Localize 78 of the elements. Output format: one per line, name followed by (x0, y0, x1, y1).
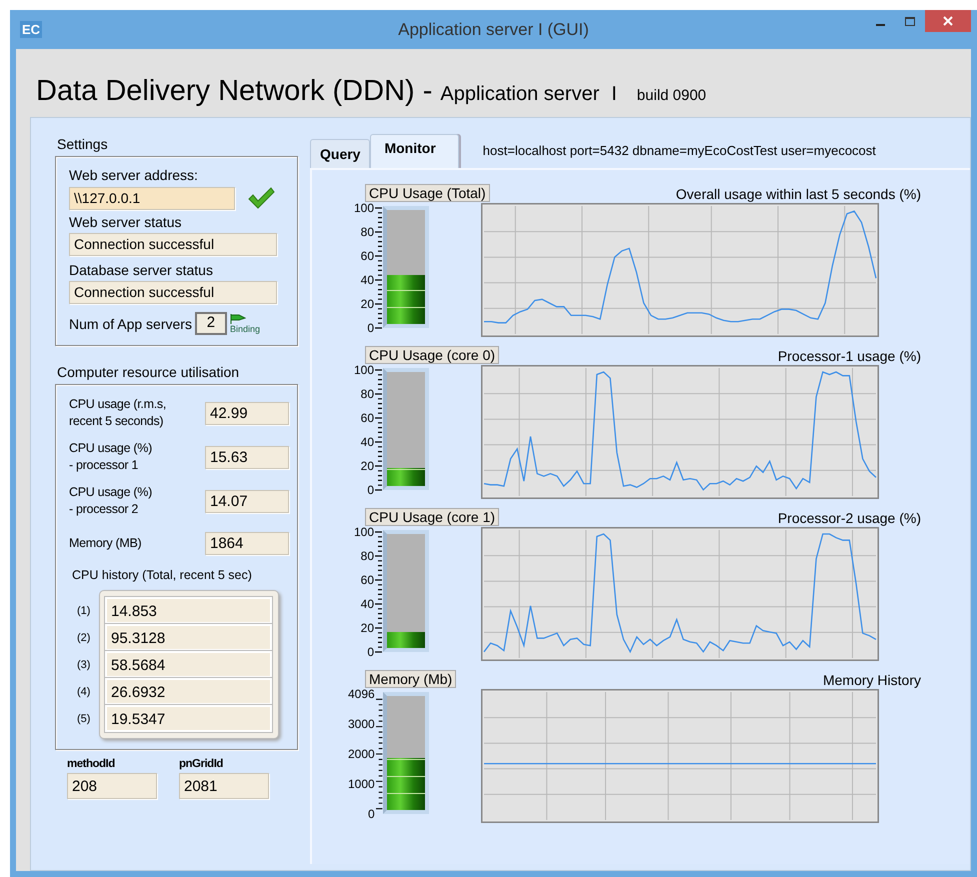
address-field[interactable]: \\127.0.0.1 (69, 186, 235, 210)
tab[interactable]: Query (310, 139, 370, 168)
history-value: 19.5347 (105, 705, 272, 732)
field-label: Web server status (69, 214, 183, 230)
tick-label: 100 (354, 365, 374, 375)
close-button[interactable] (925, 10, 971, 32)
index-label: (4) (77, 686, 90, 698)
tick-label: 2000 (348, 749, 375, 759)
tick-label: 40 (360, 437, 374, 447)
index-label: (1) (77, 604, 90, 616)
app-heading: Data Delivery Network (DDN) - (36, 75, 432, 108)
tick-label: 100 (354, 527, 374, 537)
index-label: (5) (77, 712, 90, 724)
server-count-field[interactable]: 2 (194, 312, 227, 335)
tick-label: 20 (360, 623, 374, 633)
field-label: CPU usage (%) - processor 2 (69, 484, 152, 518)
id-field: 208 (67, 773, 157, 799)
tick-label: 0 (367, 485, 374, 495)
gauge-label: CPU Usage (Total) (365, 184, 490, 202)
tick-label: 1000 (348, 779, 375, 789)
tick-label: 80 (360, 389, 374, 399)
chart-title: Processor-2 usage (%) (778, 510, 921, 526)
value-field: 1864 (205, 532, 289, 554)
build-label: build 0900 (636, 87, 706, 104)
tick-label: 0 (368, 809, 375, 819)
history-value: 95.3128 (105, 624, 272, 651)
chart-title: Memory History (822, 672, 921, 688)
history-value: 58.5684 (105, 651, 272, 678)
id-field: 2081 (179, 773, 269, 799)
field-label: Web server address: (69, 167, 199, 183)
status-field: Connection successful (69, 233, 277, 256)
history-value: 26.6932 (105, 678, 272, 705)
gauge-label: CPU Usage (core 1) (365, 508, 500, 526)
chart-title: Overall usage within last 5 seconds (%) (676, 186, 921, 202)
field-label: Memory (MB) (69, 534, 142, 552)
instance-label: I (611, 83, 617, 106)
tab[interactable]: Monitor (370, 134, 459, 168)
tick-label: 3000 (348, 719, 375, 729)
tick-label: 80 (360, 551, 374, 561)
history-title: CPU history (Total, recent 5 sec) (72, 568, 253, 582)
tick-label: 100 (354, 203, 374, 213)
value-field: 42.99 (205, 402, 289, 424)
section-title: Computer resource utilisation (57, 364, 240, 380)
tick-label: 20 (360, 461, 374, 471)
gauge-label: CPU Usage (core 0) (365, 346, 500, 364)
close-icon (942, 15, 954, 27)
tick-label: 4096 (348, 689, 375, 699)
binding-label: Binding (230, 324, 260, 334)
value-field: 15.63 (205, 446, 289, 468)
status-field: Connection successful (69, 281, 277, 304)
tick-label: 40 (360, 275, 374, 285)
app-icon: EC (20, 21, 42, 38)
field-label: methodId (67, 758, 116, 770)
chart-title: Processor-1 usage (%) (778, 348, 921, 364)
tick-label: 20 (360, 299, 374, 309)
field-label: Database server status (69, 262, 214, 278)
flag-icon (230, 314, 246, 324)
checkmark-icon (247, 186, 275, 210)
tick-label: 80 (360, 227, 374, 237)
tick-label: 60 (360, 251, 374, 261)
history-value: 14.853 (105, 597, 272, 624)
tick-label: 40 (360, 599, 374, 609)
field-label: Num of App servers (69, 316, 192, 332)
tick-label: 60 (360, 575, 374, 585)
gauge-label: Memory (Mb) (365, 670, 456, 688)
tick-label: 0 (367, 323, 374, 333)
index-label: (2) (77, 632, 90, 644)
tick-label: 60 (360, 413, 374, 423)
window-title: Application server I (GUI) (397, 20, 590, 40)
index-label: (3) (77, 658, 90, 670)
app-subheading: Application server (440, 83, 600, 106)
value-field: 14.07 (205, 490, 289, 512)
tick-label: 0 (367, 647, 374, 657)
section-title: Settings (57, 136, 109, 152)
field-label: CPU usage (%) - processor 1 (69, 440, 152, 474)
connection-info: host=localhost port=5432 dbname=myEcoCostTest user=myecocost (482, 143, 876, 158)
field-label: pnGridId (179, 758, 224, 770)
field-label: CPU usage (r.m.s, recent 5 seconds) (69, 396, 166, 430)
